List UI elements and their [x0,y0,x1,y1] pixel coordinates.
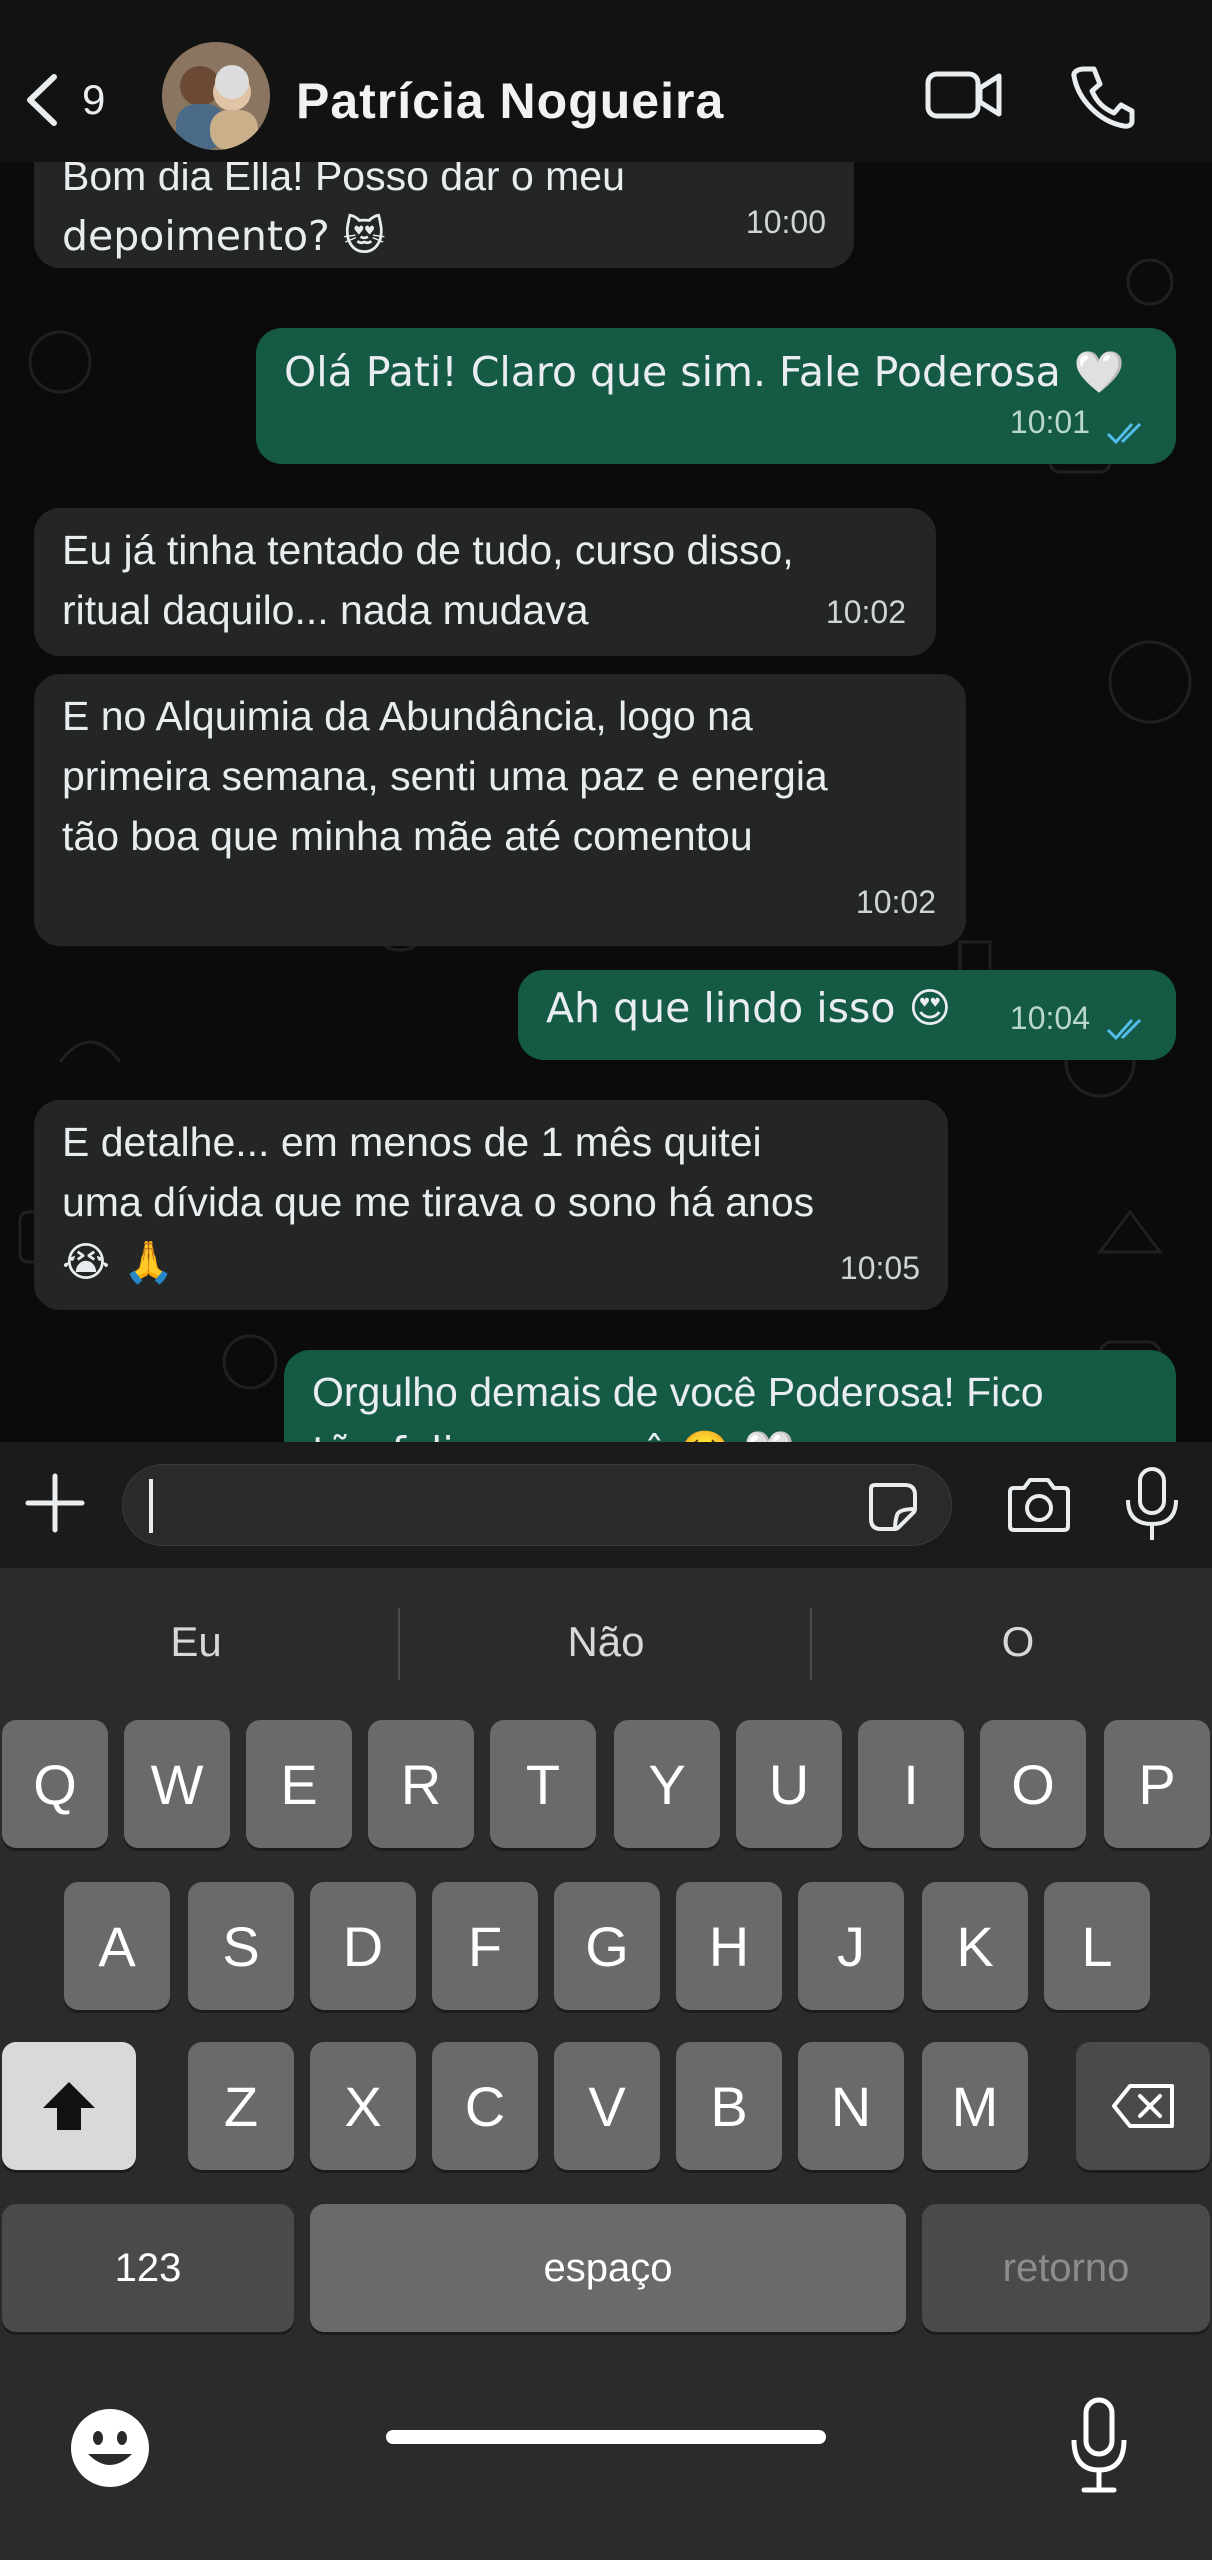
back-button[interactable]: 9 [22,68,112,132]
key-s[interactable]: S [188,1882,294,2010]
message-input[interactable] [122,1464,952,1546]
key-w[interactable]: W [124,1720,230,1848]
message-time: 10:01 [1009,404,1090,440]
return-key[interactable]: retorno [922,2204,1210,2332]
message-incoming[interactable]: E no Alquimia da Abundância, logo na pri… [34,674,966,946]
message-text: tão feliz por você 🥹 🤍 [312,1422,1148,1442]
camera-icon[interactable] [1004,1476,1074,1534]
message-time: 10:02 [825,594,906,630]
home-indicator[interactable] [386,2430,826,2444]
message-time: 10:02 [855,884,936,920]
sticker-icon[interactable] [865,1479,921,1535]
message-time: 10:04 [1009,1000,1090,1036]
suggestion-1[interactable]: Eu [46,1618,346,1666]
delete-key[interactable] [1076,2042,1210,2170]
space-key[interactable]: espaço [310,2204,906,2332]
key-o[interactable]: O [980,1720,1086,1848]
message-text: E no Alquimia da Abundância, logo na [62,693,753,739]
message-time: 10:05 [839,1250,920,1286]
message-text: Eu já tinha tentado de tudo, curso disso… [62,527,794,573]
message-text: tão boa que minha mãe até comentou [62,813,753,859]
emoji-icon[interactable] [68,2406,152,2490]
back-chevron-icon [27,74,57,126]
key-d[interactable]: D [310,1882,416,2010]
suggestion-divider [398,1608,400,1680]
contact-name[interactable]: Patrícia Nogueira [296,72,724,130]
message-time: 10:00 [745,204,826,240]
message-incoming[interactable]: E detalhe... em menos de 1 mês quitei um… [34,1100,948,1310]
key-r[interactable]: R [368,1720,474,1848]
message-outgoing[interactable]: Ah que lindo isso 😍 10:04 [518,970,1176,1060]
plus-icon[interactable] [22,1470,88,1536]
microphone-icon[interactable] [1120,1466,1184,1544]
key-h[interactable]: H [676,1882,782,2010]
message-text: uma dívida que me tirava o sono há anos [62,1179,815,1225]
key-g[interactable]: G [554,1882,660,2010]
text-caret [149,1479,153,1533]
video-call-icon[interactable] [925,64,1003,126]
key-e[interactable]: E [246,1720,352,1848]
phone-call-icon[interactable] [1070,64,1136,130]
message-text: Orgulho demais de você Poderosa! Fico [312,1369,1044,1415]
message-outgoing[interactable]: Olá Pati! Claro que sim. Fale Poderosa 🤍… [256,328,1176,464]
key-q[interactable]: Q [2,1720,108,1848]
message-text: ritual daquilo... nada mudava [62,587,589,633]
composer-bar [0,1442,1212,1568]
suggestion-bar: Eu Não O [0,1568,1212,1716]
key-c[interactable]: C [432,2042,538,2170]
dictation-mic-icon[interactable] [1066,2396,1132,2496]
contact-avatar[interactable] [162,42,270,150]
message-text: depoimento? 😻 [62,212,386,260]
key-f[interactable]: F [432,1882,538,2010]
message-text: 😭 🙏 [62,1238,174,1286]
keyboard: Eu Não O Q W E R T Y U I O P A S D F G H… [0,1568,1212,2560]
key-z[interactable]: Z [188,2042,294,2170]
key-i[interactable]: I [858,1720,964,1848]
key-a[interactable]: A [64,1882,170,2010]
key-j[interactable]: J [798,1882,904,2010]
message-list[interactable]: Bom dia Ella! Posso dar o meu depoimento… [0,162,1212,1442]
unread-count: 9 [82,76,106,123]
message-incoming[interactable]: Eu já tinha tentado de tudo, curso disso… [34,508,936,656]
key-v[interactable]: V [554,2042,660,2170]
key-p[interactable]: P [1104,1720,1210,1848]
suggestion-3[interactable]: O [868,1618,1168,1666]
numbers-key[interactable]: 123 [2,2204,294,2332]
delete-icon [1112,2084,1174,2128]
message-incoming[interactable]: Bom dia Ella! Posso dar o meu depoimento… [34,162,854,268]
key-l[interactable]: L [1044,1882,1150,2010]
key-n[interactable]: N [798,2042,904,2170]
key-m[interactable]: M [922,2042,1028,2170]
key-b[interactable]: B [676,2042,782,2170]
key-u[interactable]: U [736,1720,842,1848]
message-text: primeira semana, senti uma paz e energia [62,753,828,799]
key-y[interactable]: Y [614,1720,720,1848]
shift-icon [43,2082,95,2130]
message-outgoing[interactable]: Orgulho demais de você Poderosa! Fico tã… [284,1350,1176,1442]
suggestion-divider [810,1608,812,1680]
message-text: Bom dia Ella! Posso dar o meu [62,162,625,199]
key-x[interactable]: X [310,2042,416,2170]
read-receipt-icon [1106,422,1142,445]
suggestion-2[interactable]: Não [456,1618,756,1666]
key-t[interactable]: T [490,1720,596,1848]
message-text: E detalhe... em menos de 1 mês quitei [62,1119,762,1165]
key-k[interactable]: K [922,1882,1028,2010]
shift-key[interactable] [2,2042,136,2170]
read-receipt-icon [1106,1018,1142,1041]
chat-header: 9 Patrícia Nogueira [0,0,1212,162]
